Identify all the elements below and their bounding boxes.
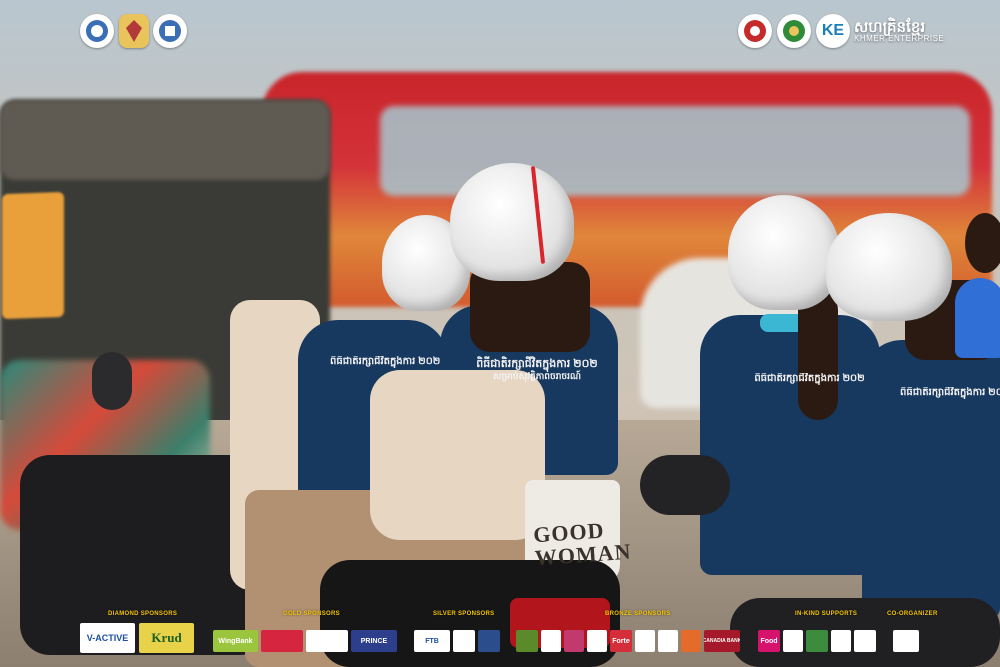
sponsor-inkind-5-logo [854,630,876,652]
tote-bag-print: GOOD WOMAN [532,517,632,570]
sponsor-foodpanda: Food [758,630,780,652]
shirt-print-far-right: ពិធីជាតិរក្សាជីវិតក្នុងការ ២០២ [900,387,1000,399]
shirt-line-1: ពិធីជាតិរក្សាជីវិតក្នុងការ ២០២ [476,358,598,370]
sponsor-bronze-3-logo [564,630,584,652]
category-silver: SILVER SPONSORS [433,611,495,617]
sponsor-forte: Forte [610,630,632,652]
bystander-head [965,213,1000,273]
sponsor-inkind-3-logo [806,630,828,652]
partner-seal-logo [738,14,772,48]
category-diamond: DIAMOND SPONSORS [108,611,178,617]
sponsor-vactive: V-ACTIVE [80,623,135,653]
rider-jacket-tied [370,370,545,540]
category-bronze: BRONZE SPONSORS [605,611,671,617]
sponsor-bronze-2-logo [541,630,561,652]
sponsor-bronze-8-logo [681,630,701,652]
sponsor-bronze-1-logo [516,630,538,652]
ministry-commerce-logo [777,14,811,48]
shirt-line-2: សម្រាប់សុវត្ថិភាពចរាចរណ៍ [493,371,581,382]
khmer-enterprise-logo: KE សហគ្រិនខ្មែរ KHMER ENTERPRISE [816,14,944,48]
sponsor-ftb: FTB [414,630,450,652]
category-inkind: IN-KIND SUPPORTS [795,611,858,617]
shirt-line-1-left: ពិធីជាតិរក្សាជីវិតក្នុងការ ២០២ [330,356,440,367]
brand-latin: KHMER ENTERPRISE [854,33,945,43]
shirt-print-center: ពិធីជាតិរក្សាជីវិតក្នុងការ ២០២ សម្រាប់សុ… [462,358,612,382]
sponsor-bronze-7-logo [658,630,678,652]
brand-khmer: សហគ្រិនខ្មែរ [854,18,926,36]
sponsor-bronze-4-logo [587,630,607,652]
police-seal-logo [153,14,187,48]
category-coorganizer: CO-ORGANIZER [887,611,938,617]
sponsor-coorganizer-logo [893,630,919,652]
shirt-line-1-right: ពិធីជាតិរក្សាជីវិតក្នុងការ ២០២ [754,373,865,384]
motorbike-right [640,455,730,515]
rider-helmet-center [450,163,574,281]
sponsor-gold-3-logo [306,630,348,652]
sponsor-wingbank: WingBank [213,630,258,652]
bystander-shirt [955,278,1000,358]
sponsor-inkind-2-logo [783,630,803,652]
category-gold: GOLD SPONSORS [283,611,340,617]
rider-ponytail [798,290,838,420]
ke-mark-icon: KE [816,14,850,48]
rider-shirt-right [700,315,880,575]
sponsor-bronze-6-logo [635,630,655,652]
sponsor-silver-2-logo [453,630,475,652]
rider-helmet-right [728,195,840,310]
rider-shirt-far-right [862,340,1000,620]
shirt-print-right: ពិធីជាតិរក្សាជីវិតក្នុងការ ២០២ [742,373,877,385]
ministry-seal-logo [80,14,114,48]
sponsor-inkind-4-logo [831,630,851,652]
sponsor-silver-3-logo [478,630,500,652]
road-sign [2,191,64,320]
side-mirror [92,352,132,410]
sponsor-canadia: CANADIA BANK [704,630,740,652]
sponsor-prince: PRINCE [351,630,397,652]
shirt-line-1-far-right: ពិធីជាតិរក្សាជីវិតក្នុងការ ២០២ [900,387,1000,398]
rider-helmet-far-right [826,213,952,321]
sponsor-gold-2-logo [261,630,303,652]
tuktuk-roof [0,100,330,180]
shirt-print-left: ពិធីជាតិរក្សាជីវិតក្នុងការ ២០២ [330,356,440,368]
event-photo: ពិធីជាតិរក្សាជីវិតក្នុងការ ២០២ សម្រាប់សុ… [0,0,1000,667]
sponsor-krud: Krud [139,623,194,653]
royal-emblem-logo [119,14,149,48]
